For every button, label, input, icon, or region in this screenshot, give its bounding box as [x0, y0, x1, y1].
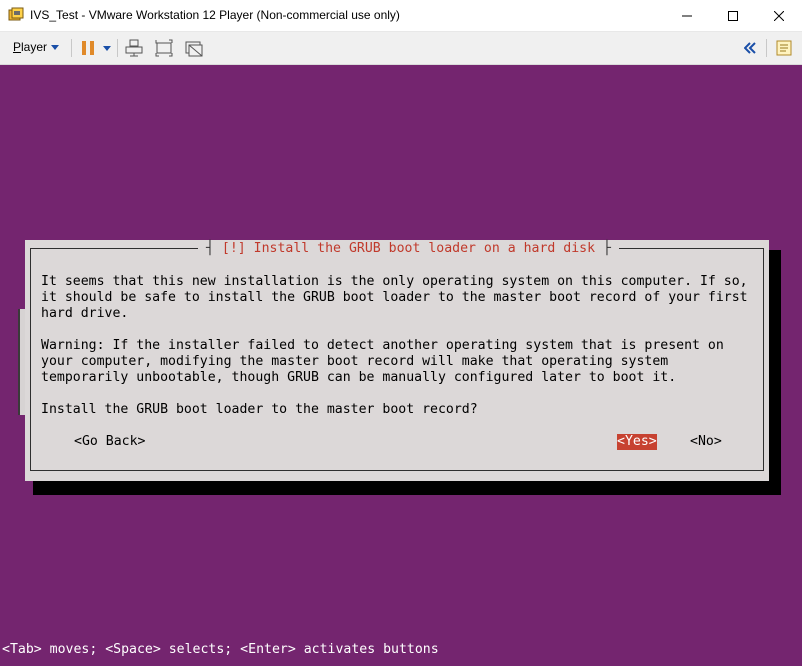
dialog-line-1: It seems that this new installation is t…	[41, 274, 748, 289]
vm-console[interactable]: ┤ [!] Install the GRUB boot loader on a …	[0, 65, 802, 666]
toolbar-separator	[766, 39, 767, 57]
close-button[interactable]	[756, 0, 802, 31]
pause-icon[interactable]	[80, 39, 96, 57]
dialog-line-2: it should be safe to install the GRUB bo…	[41, 290, 748, 305]
minimize-icon	[682, 15, 692, 16]
unity-mode-icon[interactable]	[185, 39, 203, 57]
title-left-tick: ┤	[206, 241, 214, 256]
go-back-button[interactable]: <Go Back>	[74, 434, 145, 450]
maximize-icon	[728, 10, 738, 21]
toolbar-separator	[71, 39, 72, 57]
send-ctrl-alt-del-icon[interactable]	[125, 39, 143, 57]
vmware-player-icon	[8, 7, 24, 21]
fit-guest-icon[interactable]	[155, 39, 173, 57]
window-title: IVS_Test - VMware Workstation 12 Player …	[30, 8, 400, 22]
yes-button[interactable]: <Yes>	[617, 434, 657, 450]
dialog-warning-line-1: Warning: If the installer failed to dete…	[41, 338, 724, 353]
dialog-warning-line-2: your computer, modifying the master boot…	[41, 354, 669, 369]
collapse-panel-icon[interactable]	[744, 39, 756, 57]
dialog-line-3: hard drive.	[41, 306, 129, 321]
message-log-icon[interactable]	[776, 39, 792, 57]
toolbar-separator	[117, 39, 118, 57]
minimize-button[interactable]	[664, 0, 710, 31]
power-dropdown-caret-icon[interactable]	[102, 39, 112, 57]
dialog-warning-line-3: temporarily unbootable, though GRUB can …	[41, 370, 677, 385]
player-menu-caret-icon	[51, 45, 60, 51]
close-icon	[774, 10, 784, 21]
dialog-title: ┤ [!] Install the GRUB boot loader on a …	[198, 241, 619, 257]
player-menu-mnemonic: P	[13, 40, 22, 54]
no-button[interactable]: <No>	[690, 434, 722, 450]
player-menu-label: layer	[21, 40, 48, 54]
console-status-line: <Tab> moves; <Space> selects; <Enter> ac…	[2, 642, 439, 657]
dialog-question: Install the GRUB boot loader to the mast…	[41, 402, 478, 417]
dialog-title-text: [!] Install the GRUB boot loader on a ha…	[221, 241, 596, 256]
player-menu-button[interactable]: Player	[13, 40, 60, 54]
window-title-bar[interactable]: IVS_Test - VMware Workstation 12 Player …	[0, 0, 802, 32]
title-right-tick: ├	[603, 241, 611, 256]
player-toolbar: Player	[0, 32, 802, 65]
maximize-button[interactable]	[710, 0, 756, 31]
